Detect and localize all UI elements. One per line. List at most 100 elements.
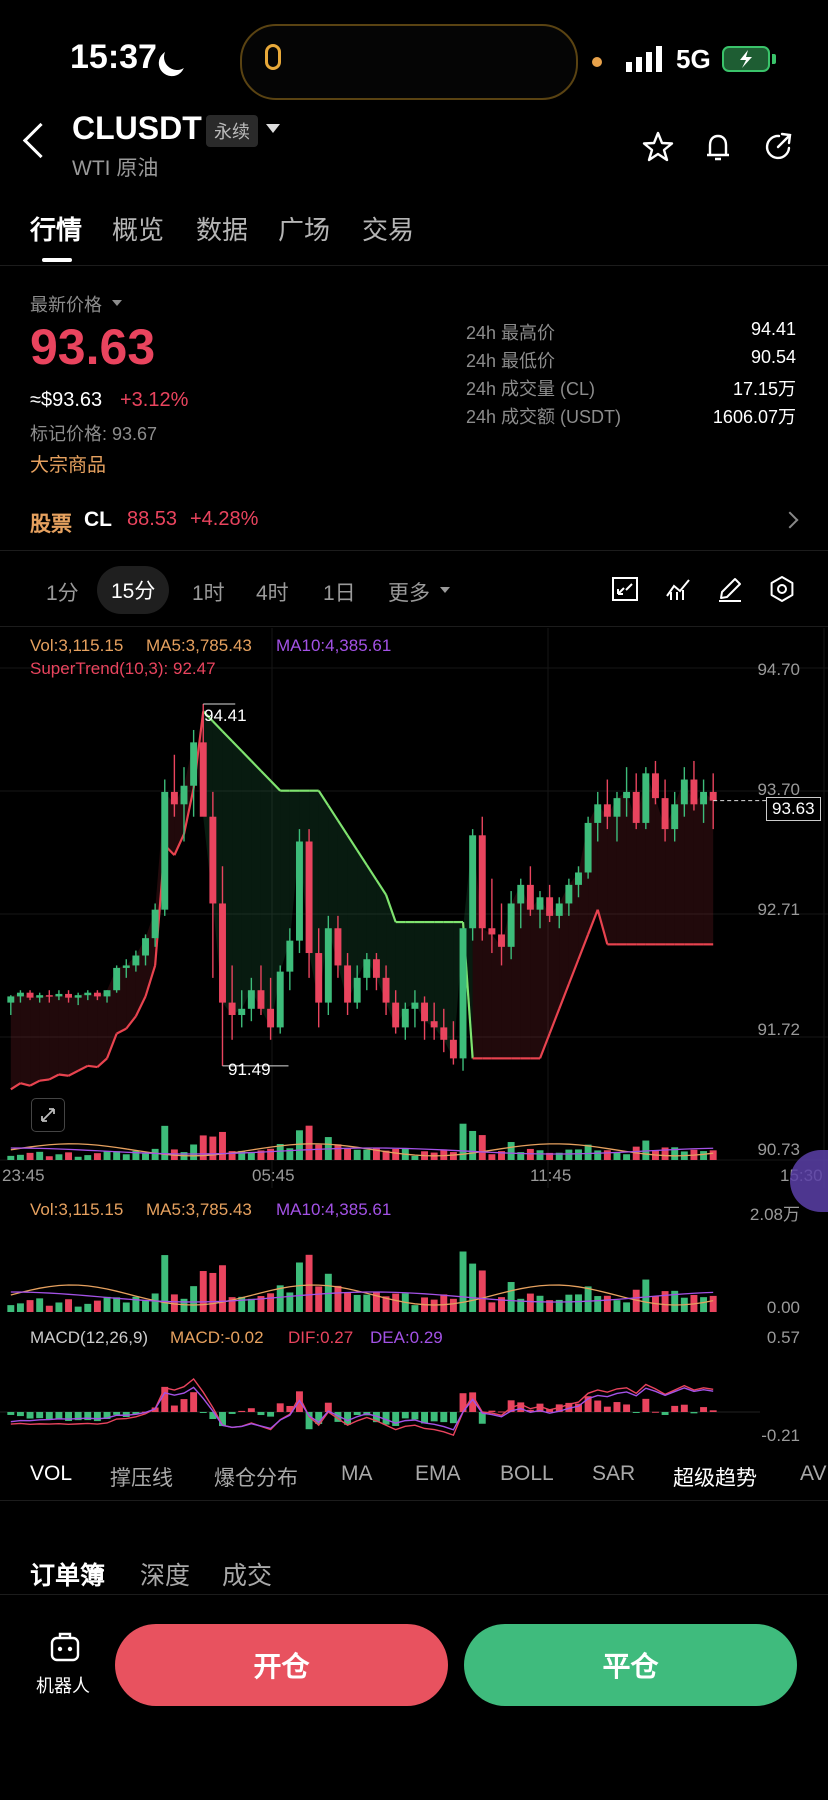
volume-bar <box>411 1155 419 1160</box>
battery-tip <box>772 54 776 64</box>
volume-bar <box>151 1293 159 1312</box>
indicator-boll[interactable]: BOLL <box>500 1462 554 1486</box>
candle-body <box>392 1002 400 1028</box>
timeframe-1d[interactable]: 1日 <box>323 577 356 607</box>
candle-body <box>113 967 121 991</box>
timeframe-more[interactable]: 更多 <box>388 577 430 607</box>
timeframe-1m[interactable]: 1分 <box>46 577 79 607</box>
ma5-legend: MA5:3,785.43 <box>146 636 252 655</box>
settings-icon[interactable] <box>767 574 797 604</box>
candle-body <box>623 791 631 799</box>
volume-bar <box>623 1154 631 1160</box>
candle-body <box>363 959 371 978</box>
volume-bar <box>151 1148 159 1160</box>
category-tag[interactable]: 大宗商品 <box>30 450 106 477</box>
candle-body <box>324 928 332 1003</box>
tab-underline <box>42 258 72 262</box>
candle-body <box>546 897 554 916</box>
chart-switch-icon[interactable] <box>610 574 640 604</box>
stock-label: 股票 <box>30 513 72 536</box>
back-icon[interactable] <box>22 122 59 159</box>
tab-data[interactable]: 数据 <box>196 210 248 247</box>
supertrend-fill <box>241 751 252 1009</box>
macd-bar <box>594 1400 602 1412</box>
timeframe-1h[interactable]: 1时 <box>192 577 225 607</box>
stock-row[interactable]: 股票 CL 88.53 +4.28% <box>0 490 828 550</box>
supertrend-fill <box>482 928 492 1059</box>
symbol-title[interactable]: CLUSDT <box>72 110 202 147</box>
candle-body <box>267 1008 275 1028</box>
candle-body <box>430 1021 438 1028</box>
tab-trade[interactable]: 交易 <box>362 210 414 247</box>
latest-price-label[interactable]: 最新价格 <box>30 291 102 317</box>
fullscreen-icon[interactable] <box>31 1098 65 1132</box>
robot-button[interactable]: 机器人 <box>28 1630 102 1700</box>
indicator-vol[interactable]: VOL <box>30 1462 72 1486</box>
macd-bar <box>113 1412 121 1415</box>
indicator-avl[interactable]: AVL <box>800 1462 828 1486</box>
volume-bar <box>507 1282 515 1312</box>
volume-bar <box>286 1292 294 1312</box>
star-icon[interactable] <box>641 130 675 164</box>
mark-price: 标记价格: 93.67 <box>30 424 158 444</box>
volume-chart[interactable] <box>0 1190 828 1320</box>
indicator-supertrend[interactable]: 超级趋势 <box>673 1462 757 1492</box>
x-axis-label: 23:45 <box>2 1166 45 1185</box>
volume-bar <box>603 1150 611 1160</box>
tab-depth[interactable]: 深度 <box>140 1556 190 1592</box>
draw-pencil-icon[interactable] <box>715 574 745 604</box>
candle-body <box>16 992 24 997</box>
caret-down-icon[interactable] <box>440 587 450 593</box>
volume-bar <box>334 1285 342 1312</box>
candle-body <box>440 1027 448 1040</box>
tab-square[interactable]: 广场 <box>278 210 330 247</box>
macd-bar <box>353 1412 361 1416</box>
indicator-ema[interactable]: EMA <box>415 1462 461 1486</box>
indicator-sar[interactable]: SAR <box>592 1462 635 1486</box>
symbol-subtitle: WTI 原油 <box>72 157 159 180</box>
vol-legend: Vol:3,115.15 <box>30 636 124 655</box>
timeframe-15m[interactable]: 15分 <box>97 566 170 614</box>
ma10-legend: MA10:4,385.61 <box>276 636 392 655</box>
close-position-button[interactable]: 平仓 <box>464 1624 797 1706</box>
volume-bar <box>603 1295 611 1312</box>
volume-bar <box>122 1154 130 1160</box>
macd-bar <box>45 1412 53 1420</box>
candle-body <box>401 1008 409 1028</box>
volume-bar <box>267 1148 275 1160</box>
candle-body <box>526 884 534 910</box>
supertrend-fill <box>97 990 108 1068</box>
share-icon[interactable] <box>762 130 796 164</box>
macd-bar <box>680 1404 688 1412</box>
supertrend-fill <box>520 884 531 1059</box>
volume-bar <box>238 1296 246 1312</box>
stat-value: 17.15万 <box>732 379 796 399</box>
volume-bar <box>536 1295 544 1312</box>
symbol-dropdown-icon[interactable] <box>266 124 280 133</box>
tab-trades[interactable]: 成交 <box>222 1556 272 1592</box>
y-axis-label: 91.72 <box>757 1020 800 1039</box>
open-position-button[interactable]: 开仓 <box>115 1624 448 1706</box>
tab-overview[interactable]: 概览 <box>112 210 164 247</box>
tab-orderbook[interactable]: 订单簿 <box>30 1556 105 1592</box>
signal-icon <box>626 46 662 72</box>
volume-bar <box>363 1149 371 1160</box>
tab-market[interactable]: 行情 <box>30 210 82 247</box>
caret-down-icon[interactable] <box>112 300 122 306</box>
indicator-icon[interactable] <box>663 574 693 604</box>
stat-value: 1606.07万 <box>712 407 796 427</box>
timeframe-4h[interactable]: 4时 <box>256 577 289 607</box>
supertrend-line <box>39 1078 50 1082</box>
macd-chart[interactable] <box>0 1320 828 1450</box>
indicator-support[interactable]: 撑压线 <box>110 1462 173 1492</box>
indicator-liquidation[interactable]: 爆仓分布 <box>214 1462 298 1492</box>
volume-bar <box>488 1302 496 1312</box>
moon-icon <box>160 40 193 73</box>
stat-label: 24h 成交额 (USDT) <box>466 407 622 427</box>
supertrend-fill <box>10 992 21 1090</box>
candle-body <box>55 993 63 997</box>
indicator-ma[interactable]: MA <box>341 1462 373 1486</box>
supertrend-fill <box>491 934 502 1059</box>
bell-icon[interactable] <box>701 130 735 164</box>
price-chart[interactable] <box>0 628 828 1188</box>
